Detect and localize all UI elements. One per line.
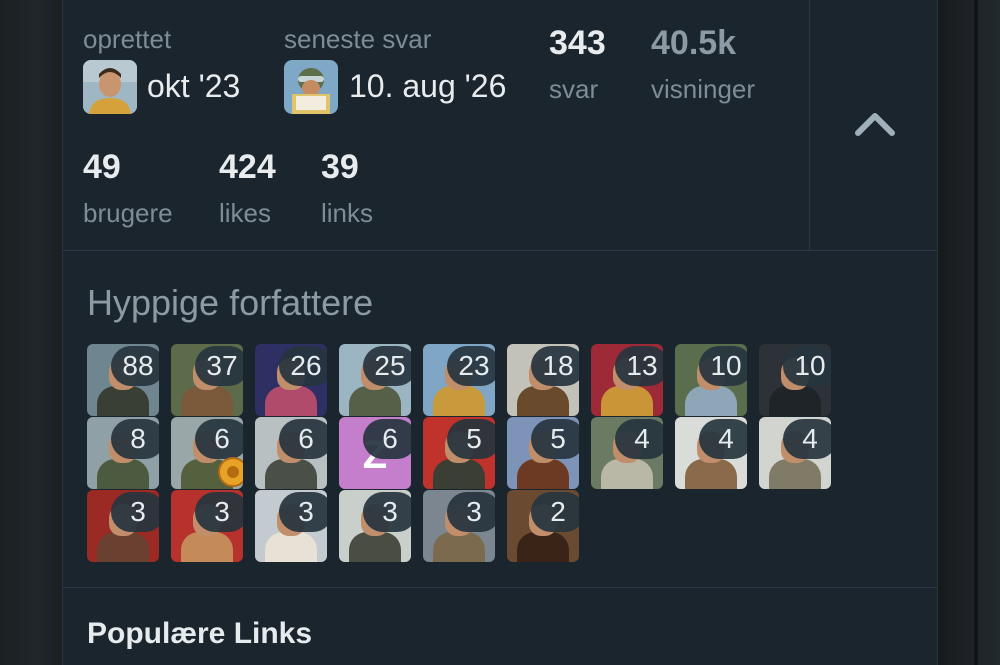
- frequent-posters-heading: Hyppige forfattere: [87, 282, 374, 323]
- post-count-badge: 26: [279, 346, 327, 386]
- summary-divider: [809, 0, 810, 250]
- medal-badge-icon: [218, 457, 243, 487]
- poster-avatar[interactable]: 3: [423, 490, 495, 562]
- likes-label: likes: [219, 198, 272, 228]
- post-count-badge: 10: [699, 346, 747, 386]
- post-count-badge: 37: [195, 346, 243, 386]
- post-count-badge: 88: [111, 346, 159, 386]
- poster-avatar[interactable]: 18: [507, 344, 579, 416]
- poster-avatar[interactable]: 23: [423, 344, 495, 416]
- poster-avatar[interactable]: 5: [507, 417, 579, 489]
- poster-avatar[interactable]: 4: [759, 417, 831, 489]
- poster-avatar[interactable]: 6: [171, 417, 243, 489]
- page-background-left: [0, 0, 62, 665]
- poster-avatar[interactable]: 10: [759, 344, 831, 416]
- frequent-posters-list: 883726252318131010866Z655444333332: [87, 344, 847, 568]
- post-count-badge: 6: [195, 419, 243, 459]
- users-count: 49: [83, 148, 121, 186]
- poster-avatar[interactable]: 3: [87, 490, 159, 562]
- user-avatar-icon: [284, 60, 338, 114]
- post-count-badge: 3: [447, 492, 495, 532]
- post-count-badge: 6: [279, 419, 327, 459]
- poster-avatar[interactable]: 3: [171, 490, 243, 562]
- views-label: visninger: [651, 74, 756, 104]
- poster-avatar[interactable]: 13: [591, 344, 663, 416]
- post-count-badge: 25: [363, 346, 411, 386]
- poster-avatar[interactable]: 10: [675, 344, 747, 416]
- post-count-badge: 5: [531, 419, 579, 459]
- popular-links-heading: Populære Links: [87, 617, 313, 650]
- poster-avatar[interactable]: Z6: [339, 417, 411, 489]
- user-avatar-icon: [83, 60, 137, 114]
- post-count-badge: 10: [783, 346, 831, 386]
- created-label: oprettet: [83, 24, 172, 54]
- post-count-badge: 3: [111, 492, 159, 532]
- post-count-badge: 5: [447, 419, 495, 459]
- likes-count: 424: [219, 148, 276, 186]
- last-reply-date: 10. aug '26: [349, 68, 507, 104]
- poster-avatar[interactable]: 6: [255, 417, 327, 489]
- created-user-avatar[interactable]: [83, 60, 137, 114]
- post-count-badge: 3: [363, 492, 411, 532]
- poster-avatar[interactable]: 88: [87, 344, 159, 416]
- last-reply-user-avatar[interactable]: [284, 60, 338, 114]
- poster-avatar[interactable]: 26: [255, 344, 327, 416]
- poster-avatar[interactable]: 37: [171, 344, 243, 416]
- views-count: 40.5k: [651, 24, 737, 62]
- topic-map-summary[interactable]: oprettet okt '23 seneste svar 10. aug '2…: [63, 0, 809, 250]
- poster-avatar[interactable]: 25: [339, 344, 411, 416]
- poster-avatar[interactable]: 4: [591, 417, 663, 489]
- chevron-up-icon[interactable]: [853, 108, 897, 138]
- users-label: brugere: [83, 198, 173, 228]
- poster-avatar[interactable]: 8: [87, 417, 159, 489]
- created-date: okt '23: [147, 68, 241, 104]
- post-count-badge: 3: [195, 492, 243, 532]
- poster-avatar[interactable]: 2: [507, 490, 579, 562]
- topic-map-panel: oprettet okt '23 seneste svar 10. aug '2…: [62, 0, 938, 665]
- poster-avatar[interactable]: 3: [255, 490, 327, 562]
- post-count-badge: 4: [699, 419, 747, 459]
- post-count-badge: 3: [279, 492, 327, 532]
- section-divider: [63, 587, 937, 588]
- post-count-badge: 4: [783, 419, 831, 459]
- links-count: 39: [321, 148, 359, 186]
- post-count-badge: 23: [447, 346, 495, 386]
- post-count-badge: 8: [111, 419, 159, 459]
- poster-avatar[interactable]: 4: [675, 417, 747, 489]
- page-background-right: [938, 0, 1000, 665]
- post-count-badge: 2: [531, 492, 579, 532]
- post-count-badge: 13: [615, 346, 663, 386]
- post-count-badge: 6: [363, 419, 411, 459]
- replies-label: svar: [549, 74, 599, 104]
- poster-avatar[interactable]: 5: [423, 417, 495, 489]
- poster-avatar[interactable]: 3: [339, 490, 411, 562]
- last-reply-label: seneste svar: [284, 24, 432, 54]
- links-label: links: [321, 198, 374, 228]
- post-count-badge: 4: [615, 419, 663, 459]
- post-count-badge: 18: [531, 346, 579, 386]
- section-divider: [63, 250, 937, 251]
- replies-count: 343: [549, 24, 606, 62]
